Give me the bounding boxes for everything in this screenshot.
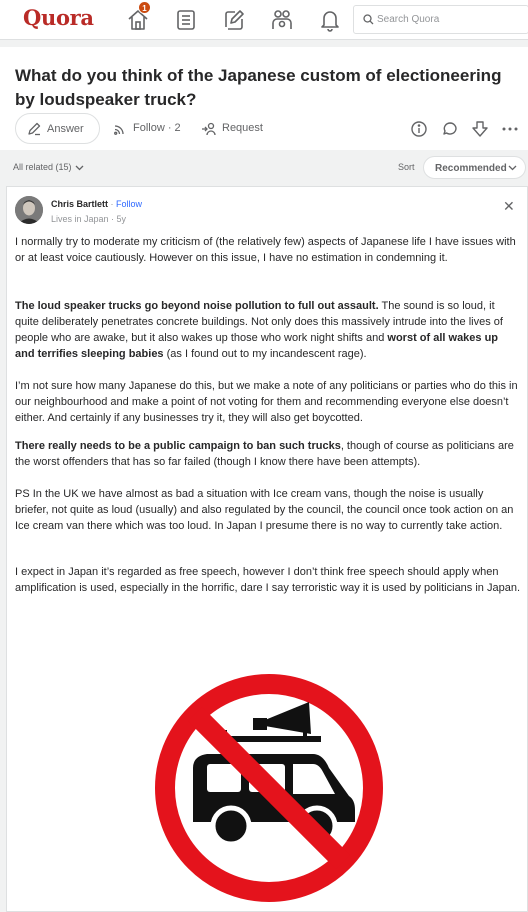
request-icon [202,122,216,136]
chevron-down-icon [75,165,83,171]
following-icon[interactable] [173,7,199,33]
search-icon [363,14,374,25]
follow-author-link[interactable]: Follow [116,199,142,209]
chevron-down-icon [508,165,517,171]
more-options-icon[interactable] [501,120,519,138]
sort-value: Recommended [435,163,507,174]
avatar[interactable] [15,196,43,224]
question-title[interactable]: What do you think of the Japanese custom… [15,64,520,112]
search-placeholder: Search Quora [377,14,440,25]
all-related-label: All related (15) [13,162,72,172]
downvote-icon[interactable] [471,120,489,138]
comment-icon[interactable] [441,120,459,138]
answer-paragraph: I’m not sure how many Japanese do this, … [15,380,518,424]
answer-paragraph: I expect in Japan it’s regarded as free … [15,566,521,594]
answer-paragraph: I normally try to moderate my criticism … [15,236,516,264]
separator-dot: · [108,199,117,209]
pencil-icon [28,122,41,136]
answer-edit-icon[interactable] [221,7,247,33]
close-icon[interactable]: ✕ [503,198,515,215]
bold-text: There really needs to be a public campai… [15,440,341,452]
answer-paragraph: There really needs to be a public campai… [15,438,520,470]
spaces-icon[interactable] [269,7,295,33]
top-navigation-bar: Quora 1 Search Quora [0,0,528,40]
answer-button-label: Answer [47,123,84,135]
request-label: Request [222,122,263,134]
quora-logo[interactable]: Quora [23,5,94,30]
author-name[interactable]: Chris Bartlett [51,199,108,209]
search-input[interactable]: Search Quora [353,5,528,34]
home-icon[interactable]: 1 [125,1,151,33]
plain-text: (as I found out to my incandescent rage)… [163,348,367,360]
author-line: Chris Bartlett · Follow [51,199,142,209]
notification-badge: 1 [138,1,151,14]
follow-label: Follow · 2 [133,122,181,134]
sort-dropdown[interactable]: Recommended [423,156,526,179]
all-related-filter[interactable]: All related (15) [13,162,84,172]
bold-text: The loud speaker trucks go beyond noise … [15,300,379,312]
info-icon[interactable] [410,120,428,138]
answer-paragraph: PS In the UK we have almost as bad a sit… [15,488,514,532]
answer-button[interactable]: Answer [15,113,100,144]
notifications-bell-icon[interactable] [317,7,343,33]
answer-paragraph: The loud speaker trucks go beyond noise … [15,298,520,362]
sort-label: Sort [398,162,415,172]
no-loudspeaker-truck-sign[interactable] [153,672,385,904]
follow-rss-icon [114,125,124,135]
author-credential: Lives in Japan · 5y [51,214,127,224]
